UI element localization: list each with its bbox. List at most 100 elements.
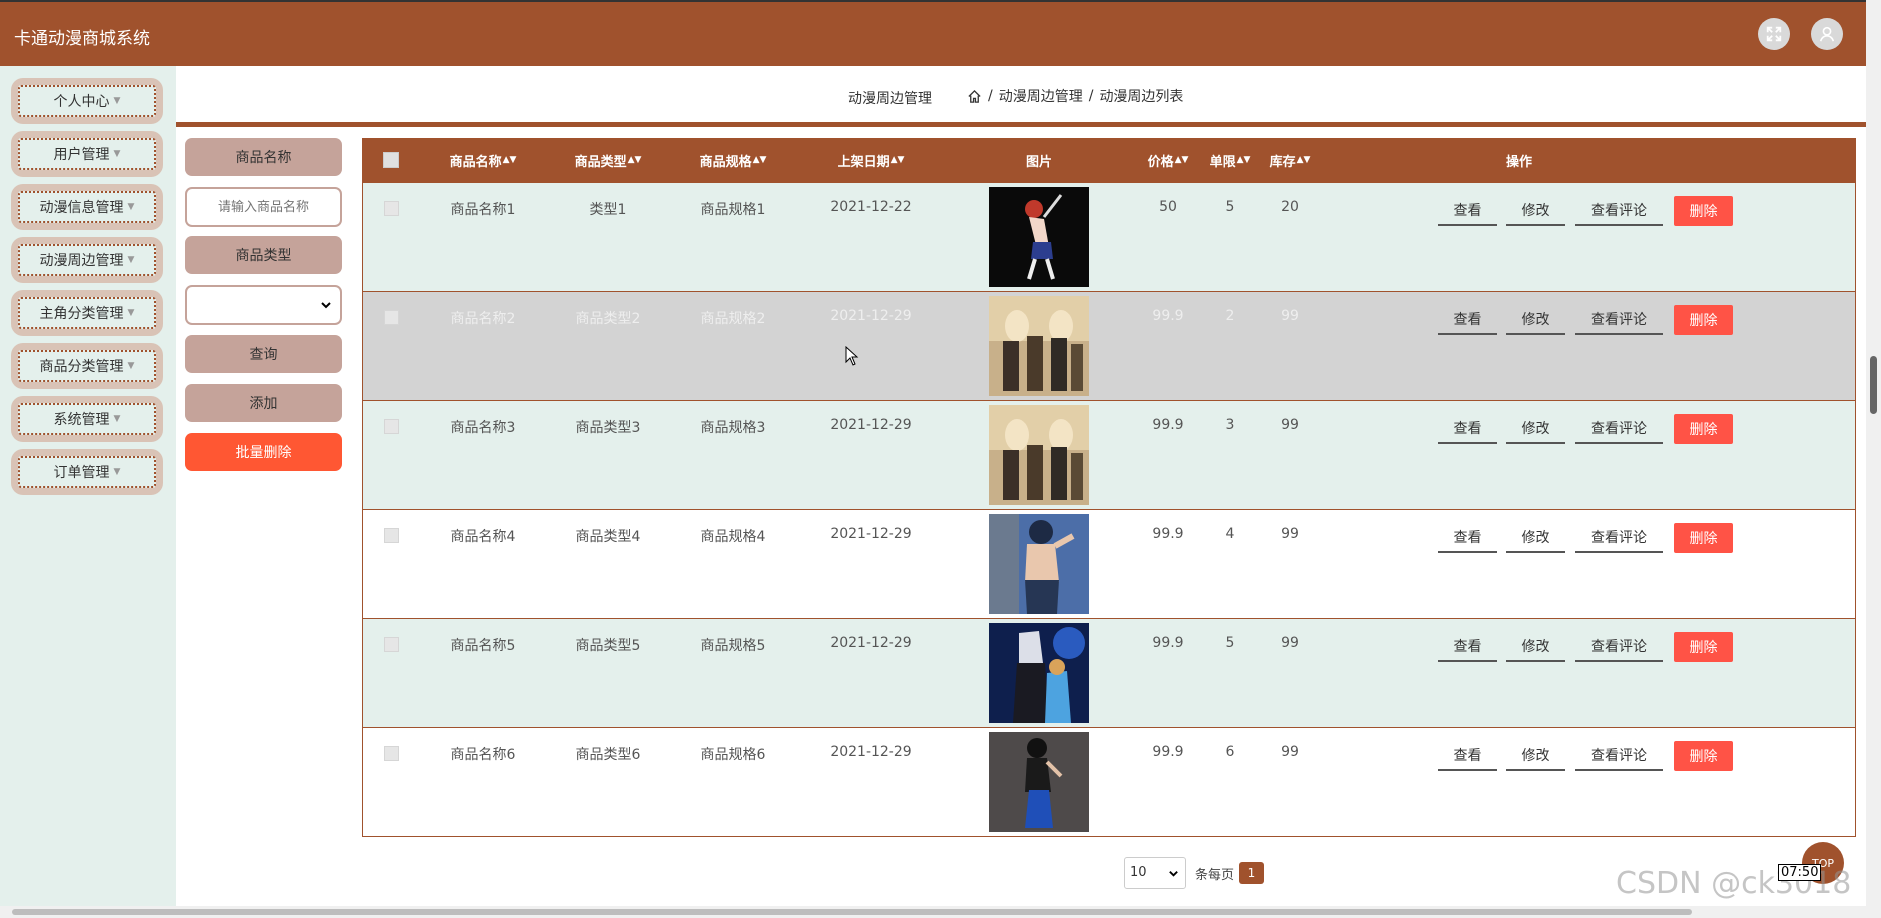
- row-checkbox[interactable]: [384, 310, 399, 325]
- breadcrumb-level1[interactable]: 动漫周边管理: [999, 86, 1083, 106]
- sidebar-item-character-category[interactable]: 主角分类管理 ▼: [11, 290, 163, 336]
- delete-button[interactable]: 删除: [1674, 305, 1733, 335]
- column-header-date[interactable]: 上架日期 ▲▼: [821, 138, 921, 182]
- row-checkbox[interactable]: [384, 528, 399, 543]
- table-row: 商品名称5 商品类型5 商品规格5 2021-12-29 99.9 5 99 查…: [363, 618, 1855, 727]
- fullscreen-button[interactable]: [1758, 18, 1790, 50]
- sidebar-item-orders[interactable]: 订单管理 ▼: [11, 449, 163, 495]
- scrollbar-thumb[interactable]: [1870, 356, 1877, 414]
- sidebar-item-personal-center[interactable]: 个人中心 ▼: [11, 78, 163, 124]
- breadcrumb-separator: /: [988, 88, 993, 104]
- column-header-stock[interactable]: 库存 ▲▼: [1260, 138, 1320, 182]
- cell-stock: 99: [1281, 417, 1299, 433]
- sidebar-item-anime-info[interactable]: 动漫信息管理 ▼: [11, 184, 163, 230]
- chevron-down-icon: [321, 302, 331, 309]
- caret-down-icon: ▼: [113, 149, 121, 159]
- delete-button[interactable]: 删除: [1674, 523, 1733, 553]
- add-button[interactable]: 添加: [185, 384, 342, 422]
- sidebar-item-product-category[interactable]: 商品分类管理 ▼: [11, 343, 163, 389]
- sidebar-item-system[interactable]: 系统管理 ▼: [11, 396, 163, 442]
- page-size-select[interactable]: 10: [1124, 857, 1186, 889]
- edit-button[interactable]: 修改: [1506, 632, 1565, 662]
- view-comments-button[interactable]: 查看评论: [1575, 414, 1663, 444]
- delete-button[interactable]: 删除: [1674, 741, 1733, 771]
- column-header-name[interactable]: 商品名称 ▲▼: [433, 138, 533, 182]
- sidebar-item-label: 商品分类管理: [39, 359, 124, 375]
- product-name-input[interactable]: [185, 187, 342, 227]
- row-checkbox[interactable]: [384, 637, 399, 652]
- user-avatar-button[interactable]: [1811, 18, 1843, 50]
- page-button-current[interactable]: 1: [1239, 862, 1264, 884]
- view-button[interactable]: 查看: [1438, 523, 1497, 553]
- row-checkbox[interactable]: [384, 746, 399, 761]
- query-button[interactable]: 查询: [185, 335, 342, 373]
- edit-button[interactable]: 修改: [1506, 741, 1565, 771]
- edit-button[interactable]: 修改: [1506, 523, 1565, 553]
- view-comments-button[interactable]: 查看评论: [1575, 741, 1663, 771]
- view-comments-button[interactable]: 查看评论: [1575, 632, 1663, 662]
- product-type-select[interactable]: [185, 285, 342, 325]
- delete-button[interactable]: 删除: [1674, 414, 1733, 444]
- edit-button[interactable]: 修改: [1506, 414, 1565, 444]
- cell-date: 2021-12-29: [830, 417, 912, 433]
- app-window: 卡通动漫商城系统 个人中心 ▼ 用户管理 ▼ 动漫信息管理 ▼ 动漫周边管理 ▼ 主角分…: [0, 0, 1881, 918]
- view-button[interactable]: 查看: [1438, 414, 1497, 444]
- view-comments-button[interactable]: 查看评论: [1575, 196, 1663, 226]
- sidebar-item-label: 动漫周边管理: [39, 253, 124, 269]
- edit-button[interactable]: 修改: [1506, 305, 1565, 335]
- cell-spec: 商品规格5: [700, 638, 766, 654]
- scrollbar-thumb[interactable]: [12, 909, 1692, 915]
- cell-price: 99.9: [1152, 417, 1184, 433]
- edit-button[interactable]: 修改: [1506, 196, 1565, 226]
- cell-name: 商品名称3: [450, 420, 516, 436]
- product-image[interactable]: [989, 732, 1089, 832]
- view-button[interactable]: 查看: [1438, 632, 1497, 662]
- product-image[interactable]: [989, 623, 1089, 723]
- product-image[interactable]: [989, 514, 1089, 614]
- cell-date: 2021-12-22: [830, 199, 912, 215]
- column-header-spec[interactable]: 商品规格 ▲▼: [683, 138, 783, 182]
- sidebar-item-label: 个人中心: [53, 94, 110, 110]
- cell-limit: 3: [1225, 417, 1235, 433]
- delete-button[interactable]: 删除: [1674, 196, 1733, 226]
- product-image[interactable]: [989, 296, 1089, 396]
- row-checkbox[interactable]: [384, 419, 399, 434]
- sidebar-item-user-management[interactable]: 用户管理 ▼: [11, 131, 163, 177]
- sidebar-item-label: 用户管理: [53, 147, 110, 163]
- delete-button[interactable]: 删除: [1674, 632, 1733, 662]
- column-header-limit[interactable]: 单限 ▲▼: [1200, 138, 1260, 182]
- user-icon: [1819, 26, 1835, 42]
- product-name-label: 商品名称: [185, 138, 342, 176]
- product-image[interactable]: [989, 187, 1089, 287]
- view-button[interactable]: 查看: [1438, 196, 1497, 226]
- column-header-type[interactable]: 商品类型 ▲▼: [558, 138, 658, 182]
- cell-type: 商品类型3: [575, 420, 641, 436]
- sort-icon: ▲▼: [502, 155, 517, 165]
- sidebar-item-label: 主角分类管理: [39, 306, 124, 322]
- view-button[interactable]: 查看: [1438, 741, 1497, 771]
- top-bar: 卡通动漫商城系统: [0, 0, 1866, 66]
- caret-down-icon: ▼: [127, 308, 135, 318]
- cell-price: 99.9: [1152, 308, 1184, 324]
- cell-spec: 商品规格2: [700, 311, 766, 327]
- view-comments-button[interactable]: 查看评论: [1575, 305, 1663, 335]
- chevron-down-icon: [1169, 871, 1178, 877]
- select-all-checkbox[interactable]: [383, 152, 399, 168]
- batch-delete-button[interactable]: 批量删除: [185, 433, 342, 471]
- sidebar-item-anime-merch[interactable]: 动漫周边管理 ▼: [11, 237, 163, 283]
- home-icon[interactable]: [967, 89, 982, 104]
- cell-name: 商品名称2: [450, 311, 516, 327]
- view-comments-button[interactable]: 查看评论: [1575, 523, 1663, 553]
- table-row: 商品名称2 商品类型2 商品规格2 2021-12-29 99.9 2 99 查…: [363, 291, 1855, 400]
- cell-name: 商品名称1: [450, 202, 516, 218]
- view-button[interactable]: 查看: [1438, 305, 1497, 335]
- table-row: 商品名称4 商品类型4 商品规格4 2021-12-29 99.9 4 99 查…: [363, 509, 1855, 618]
- expand-icon: [1766, 26, 1782, 42]
- vertical-scrollbar[interactable]: [1866, 0, 1881, 918]
- sidebar-item-label: 系统管理: [53, 412, 110, 428]
- column-header-price[interactable]: 价格 ▲▼: [1138, 138, 1198, 182]
- product-image[interactable]: [989, 405, 1089, 505]
- horizontal-scrollbar[interactable]: [0, 906, 1866, 918]
- row-checkbox[interactable]: [384, 201, 399, 216]
- sort-icon: ▲▼: [627, 155, 642, 165]
